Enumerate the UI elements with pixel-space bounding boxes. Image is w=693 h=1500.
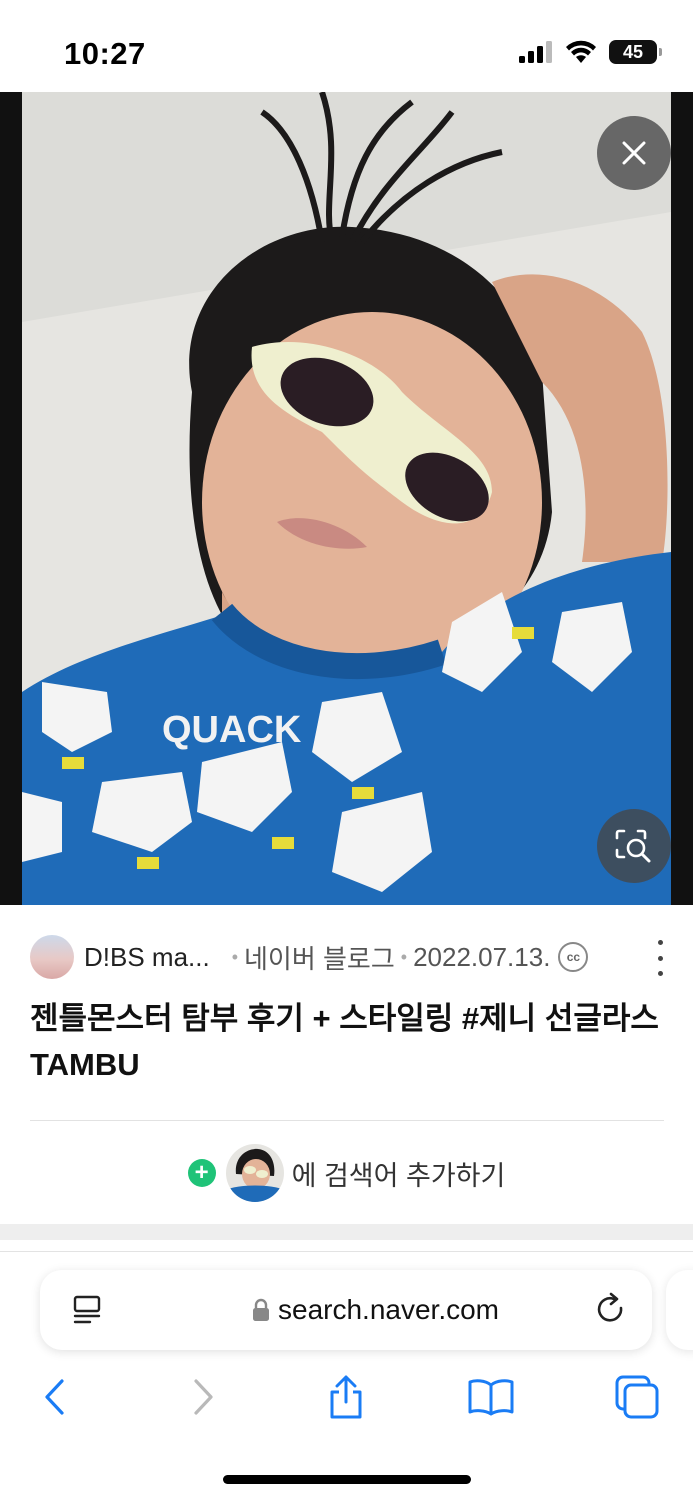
divider — [30, 1120, 664, 1121]
reload-icon[interactable] — [594, 1292, 628, 1328]
tabs-icon — [615, 1375, 659, 1419]
battery-indicator: 45 — [609, 40, 662, 64]
back-button[interactable] — [30, 1372, 80, 1422]
bookmarks-button[interactable] — [466, 1372, 516, 1422]
section-separator — [0, 1224, 693, 1240]
share-icon — [330, 1375, 362, 1419]
signal-icon — [519, 41, 552, 63]
url-text: search.naver.com — [278, 1294, 499, 1325]
lens-search-icon — [615, 829, 651, 863]
result-meta: D!BS ma... • 네이버 블로그 • 2022.07.13. cc — [30, 934, 670, 980]
meta-separator: • — [400, 946, 408, 967]
share-button[interactable] — [321, 1372, 371, 1422]
status-time: 10:27 — [64, 36, 146, 71]
wifi-icon — [566, 40, 596, 63]
more-icon — [657, 940, 663, 945]
home-indicator[interactable] — [223, 1475, 471, 1484]
status-icons: 45 — [519, 40, 662, 64]
lock-icon — [253, 1298, 269, 1321]
more-options-button[interactable] — [652, 940, 668, 976]
toolbar-top-line — [0, 1251, 693, 1252]
lens-search-button[interactable] — [597, 809, 671, 883]
reader-icon[interactable] — [72, 1294, 102, 1326]
status-bar: 10:27 45 — [0, 0, 693, 92]
forward-button[interactable] — [178, 1372, 228, 1422]
tabs-button[interactable] — [612, 1372, 662, 1422]
add-to-search-label: 에 검색어 추가하기 — [291, 1160, 506, 1191]
post-date: 2022.07.13. — [413, 941, 551, 972]
bookmarks-icon — [468, 1379, 514, 1416]
meta-separator: • — [231, 946, 239, 967]
source-name[interactable]: D!BS ma... — [84, 942, 210, 973]
license-badge: cc — [558, 942, 589, 972]
close-button[interactable] — [597, 116, 671, 190]
search-thumbnail — [225, 1144, 284, 1202]
result-photo[interactable]: QUACK — [22, 92, 671, 905]
forward-icon — [194, 1379, 213, 1415]
next-tab-peek[interactable] — [666, 1270, 693, 1350]
image-viewer[interactable]: QUACK — [0, 92, 693, 905]
add-to-search-row[interactable]: + 에 검색어 추가하기 — [0, 1140, 693, 1206]
close-icon — [622, 141, 646, 165]
back-icon — [45, 1379, 64, 1415]
source-platform: 네이버 블로그 — [244, 943, 395, 974]
source-avatar[interactable] — [30, 935, 74, 979]
result-title[interactable]: 젠틀몬스터 탐부 후기 + 스타일링 #제니 선글라스 TAMBU — [30, 996, 670, 1088]
add-icon: + — [187, 1159, 216, 1187]
address-bar[interactable]: search.naver.com — [40, 1270, 652, 1350]
